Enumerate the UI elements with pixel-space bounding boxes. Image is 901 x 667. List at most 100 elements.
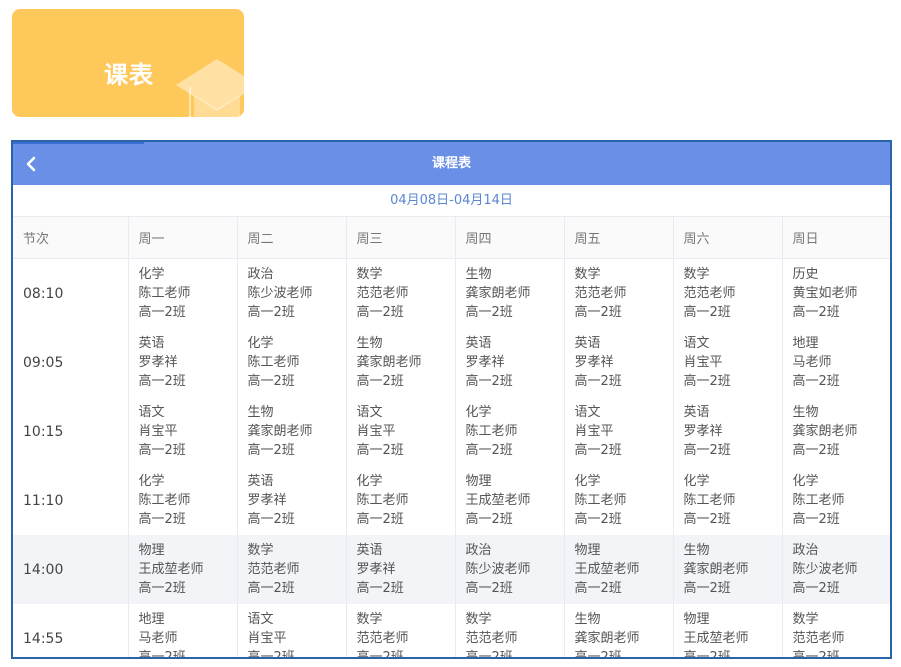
- class-cell[interactable]: 数学 范范老师 高一2班: [346, 604, 456, 659]
- course-class: 高一2班: [465, 581, 513, 596]
- course-teacher: 肖宝平: [356, 424, 396, 439]
- class-cell[interactable]: 历史 黄宝如老师 高一2班: [782, 259, 890, 329]
- course-teacher: 陈少波老师: [792, 562, 858, 577]
- course-class: 高一2班: [247, 581, 295, 596]
- class-cell[interactable]: 语文 肖宝平 高一2班: [237, 604, 347, 659]
- course-teacher: 龚家朗老师: [574, 631, 640, 646]
- class-cell[interactable]: 数学 范范老师 高一2班: [455, 604, 565, 657]
- course-class: 高一2班: [138, 305, 186, 320]
- timetable-header: 课程表: [13, 142, 890, 185]
- class-cell[interactable]: 地理 马老师 高一2班: [128, 604, 238, 659]
- class-cell[interactable]: 化学 陈工老师 高一2班: [128, 466, 238, 535]
- class-cell[interactable]: 英语 罗孝祥 高一2班: [128, 328, 238, 397]
- course-teacher: 陈工老师: [247, 355, 300, 370]
- class-cell[interactable]: 数学 范范老师 高一2班: [782, 604, 890, 657]
- class-cell[interactable]: 物理 王成堃老师 高一2班: [564, 535, 674, 604]
- course-class: 高一2班: [356, 512, 404, 527]
- course-class: 高一2班: [356, 443, 404, 458]
- course-teacher: 陈少波老师: [465, 562, 531, 577]
- class-cell[interactable]: 物理 王成堃老师 高一2班: [673, 604, 783, 657]
- course-class: 高一2班: [138, 443, 186, 458]
- course-class: 高一2班: [792, 305, 840, 320]
- course-class: 高一2班: [574, 512, 622, 527]
- class-cell[interactable]: 英语 罗孝祥 高一2班: [455, 328, 565, 397]
- class-cell[interactable]: 物理 王成堃老师 高一2班: [455, 466, 565, 535]
- course-subject: 生物: [247, 405, 274, 420]
- class-cell[interactable]: 政治 陈少波老师 高一2班: [237, 258, 347, 328]
- class-cell[interactable]: 生物龚家朗老师高一2班: [564, 604, 674, 659]
- class-cell[interactable]: 政治 陈少波老师 高一2班: [455, 535, 565, 604]
- class-cell[interactable]: 英语 罗孝祥 高一2班: [237, 466, 347, 535]
- course-class: 高一2班: [792, 512, 840, 527]
- class-cell[interactable]: 数学 范范老师 高一2班: [346, 258, 456, 328]
- course-teacher: 肖宝平: [683, 355, 723, 370]
- course-teacher: 龚家朗老师: [247, 424, 313, 439]
- course-subject: 化学: [792, 474, 819, 489]
- class-cell[interactable]: 化学 陈工老师 高一2班: [346, 466, 456, 535]
- class-cell[interactable]: 化学 陈工老师 高一2班: [128, 258, 238, 328]
- course-class: 高一2班: [356, 374, 404, 389]
- chevron-left-icon[interactable]: [21, 153, 43, 175]
- course-subject: 语文: [683, 336, 710, 351]
- class-cell[interactable]: 化学陈工老师高一2班: [782, 466, 890, 535]
- class-cell[interactable]: 语文 肖宝平 高一2班: [346, 397, 456, 466]
- class-cell[interactable]: 生物 龚家朗老师 高一2班: [455, 258, 565, 328]
- course-subject: 历史: [792, 267, 819, 282]
- course-teacher: 龚家朗老师: [465, 286, 531, 301]
- course-subject: 数学: [247, 543, 274, 558]
- course-subject: 数学: [356, 267, 383, 282]
- class-cell[interactable]: 语文 肖宝平 高一2班: [128, 397, 238, 466]
- class-cell[interactable]: 生物 龚家朗老师 高一2班: [782, 397, 890, 466]
- class-cell[interactable]: 地理 马老师 高一2班: [782, 328, 890, 397]
- class-cell[interactable]: 数学 范范老师 高一2班: [237, 535, 347, 604]
- class-cell[interactable]: 政治 陈少波老师 高一2班: [782, 535, 890, 604]
- course-class: 高一2班: [574, 650, 622, 659]
- class-cell[interactable]: 生物 龚家朗老师 高一2班: [346, 328, 456, 397]
- class-cell[interactable]: 英语 罗孝祥 高一2班: [564, 328, 674, 397]
- course-subject: 生物: [574, 612, 601, 627]
- course-class: 高一2班: [138, 650, 186, 659]
- course-class: 高一2班: [247, 443, 295, 458]
- class-cell[interactable]: 化学 陈工老师 高一2班: [455, 397, 565, 466]
- course-subject: 数学: [465, 612, 492, 627]
- course-teacher: 肖宝平: [574, 424, 614, 439]
- course-class: 高一2班: [465, 512, 513, 527]
- course-subject: 生物: [465, 267, 492, 282]
- class-cell[interactable]: 英语 罗孝祥 高一2班: [673, 397, 783, 466]
- class-cell[interactable]: 物理 王成堃老师 高一2班: [128, 535, 238, 604]
- course-subject: 生物: [792, 405, 819, 420]
- class-cell[interactable]: 数学 范范老师 高一2班: [564, 258, 674, 328]
- table-header-row: 节次 周一 周二 周三 周四 周五 周六 周日: [13, 217, 890, 259]
- course-teacher: 陈工老师: [792, 493, 845, 508]
- course-teacher: 王成堃老师: [683, 631, 749, 646]
- course-class: 高一2班: [138, 374, 186, 389]
- class-cell[interactable]: 化学 陈工老师 高一2班: [673, 466, 783, 535]
- course-subject: 化学: [574, 474, 601, 489]
- class-cell[interactable]: 英语 罗孝祥 高一2班: [346, 535, 456, 604]
- table-row: 14:00 物理 王成堃老师 高一2班 数学 范范老师 高一2班 英语 罗孝祥 高一2班 政治 陈少波…: [13, 535, 890, 604]
- timetable-tile[interactable]: 课表: [12, 9, 244, 117]
- course-class: 高一2班: [683, 512, 731, 527]
- course-subject: 英语: [465, 336, 492, 351]
- course-teacher: 罗孝祥: [356, 562, 396, 577]
- course-class: 高一2班: [356, 650, 404, 659]
- class-cell[interactable]: 语文 肖宝平 高一2班: [564, 397, 674, 466]
- class-cell[interactable]: 生物龚家朗老师高一2班: [237, 397, 347, 466]
- column-header-day: 周日: [782, 217, 890, 259]
- course-class: 高一2班: [465, 374, 513, 389]
- class-cell[interactable]: 化学 陈工老师 高一2班: [237, 328, 347, 397]
- class-cell[interactable]: 生物 龚家朗老师 高一2班: [673, 535, 783, 604]
- week-range[interactable]: 04月08日-04月14日: [13, 185, 890, 217]
- course-teacher: 陈工老师: [138, 493, 191, 508]
- class-cell[interactable]: 化学 陈工老师 高一2班: [564, 466, 674, 535]
- course-teacher: 范范老师: [574, 286, 627, 301]
- class-cell[interactable]: 数学 范范老师 高一2班: [673, 258, 783, 328]
- course-class: 高一2班: [247, 650, 295, 659]
- period-time: 10:15: [13, 397, 129, 466]
- course-teacher: 罗孝祥: [683, 424, 723, 439]
- course-teacher: 马老师: [792, 355, 832, 370]
- class-cell[interactable]: 语文 肖宝平 高一2班: [673, 328, 783, 397]
- course-teacher: 罗孝祥: [247, 493, 287, 508]
- course-subject: 英语: [138, 336, 165, 351]
- timetable-panel: 课程表 04月08日-04月14日 节次 周一 周二 周三 周四 周五 周六 周日 08:10…: [11, 140, 892, 659]
